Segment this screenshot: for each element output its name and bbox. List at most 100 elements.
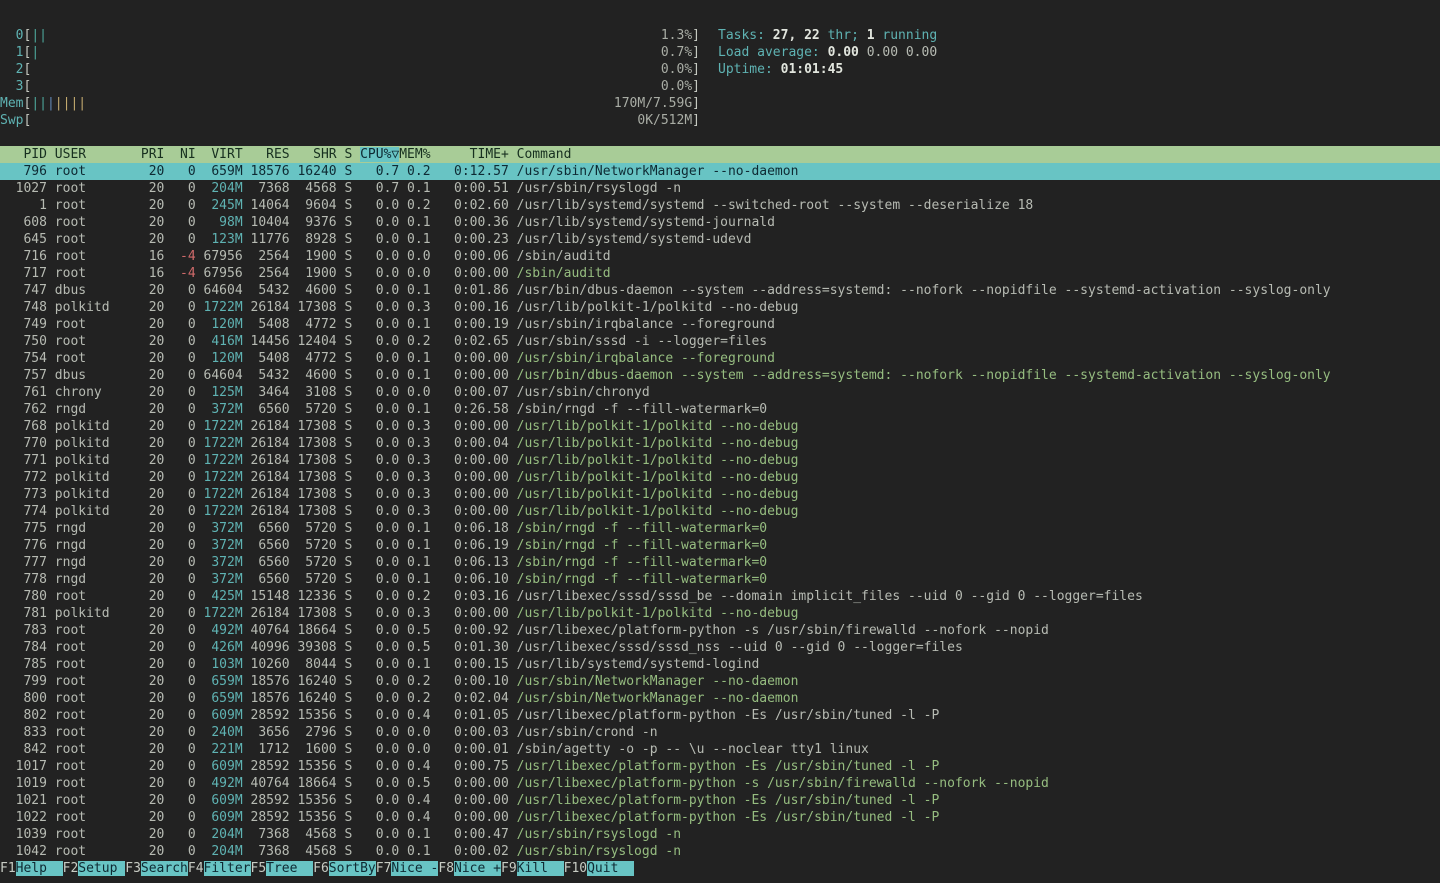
column-header-command[interactable]: Command xyxy=(517,147,572,162)
process-row-770[interactable]: 770 polkitd 20 0 1722M 26184 17308 S 0.0… xyxy=(0,435,1440,452)
column-header-shr[interactable]: SHR xyxy=(297,147,336,162)
cell-shr: 3108 xyxy=(297,385,336,400)
fkey-help[interactable]: F1Help xyxy=(0,861,63,876)
fkey-kill[interactable]: F9Kill xyxy=(501,861,564,876)
cell-command: /sbin/rngd -f --fill-watermark=0 xyxy=(517,521,767,536)
process-row-762[interactable]: 762 rngd 20 0 372M 6560 5720 S 0.0 0.1 0… xyxy=(0,401,1440,418)
process-row-747[interactable]: 747 dbus 20 0 64604 5432 4600 S 0.0 0.1 … xyxy=(0,282,1440,299)
column-header-virt[interactable]: VIRT xyxy=(204,147,243,162)
column-header-cpu-sorted[interactable]: CPU%▽ xyxy=(360,147,399,162)
process-row-833[interactable]: 833 root 20 0 240M 3656 2796 S 0.0 0.0 0… xyxy=(0,724,1440,741)
process-row-800[interactable]: 800 root 20 0 659M 18576 16240 S 0.0 0.2… xyxy=(0,690,1440,707)
process-row-717[interactable]: 717 root 16 -4 67956 2564 1900 S 0.0 0.0… xyxy=(0,265,1440,282)
process-row-1022[interactable]: 1022 root 20 0 609M 28592 15356 S 0.0 0.… xyxy=(0,809,1440,826)
process-row-716[interactable]: 716 root 16 -4 67956 2564 1900 S 0.0 0.0… xyxy=(0,248,1440,265)
process-row-1042[interactable]: 1042 root 20 0 204M 7368 4568 S 0.0 0.1 … xyxy=(0,843,1440,860)
meter-bar: | xyxy=(55,96,63,111)
cell-shr: 15356 xyxy=(297,810,336,825)
process-row-784[interactable]: 784 root 20 0 426M 40996 39308 S 0.0 0.5… xyxy=(0,639,1440,656)
process-row-781[interactable]: 781 polkitd 20 0 1722M 26184 17308 S 0.0… xyxy=(0,605,1440,622)
cell-cpu: 0.0 xyxy=(360,249,399,264)
process-row-842[interactable]: 842 root 20 0 221M 1712 1600 S 0.0 0.0 0… xyxy=(0,741,1440,758)
process-row-796[interactable]: 796 root 20 0 659M 18576 16240 S 0.7 0.2… xyxy=(0,163,1440,180)
cell-pri: 20 xyxy=(133,827,164,842)
column-header-res[interactable]: RES xyxy=(251,147,290,162)
column-header-pri[interactable]: PRI xyxy=(133,147,164,162)
process-row-1027[interactable]: 1027 root 20 0 204M 7368 4568 S 0.7 0.1 … xyxy=(0,180,1440,197)
cell-pri: 20 xyxy=(133,351,164,366)
process-row-771[interactable]: 771 polkitd 20 0 1722M 26184 17308 S 0.0… xyxy=(0,452,1440,469)
cell-shr: 5720 xyxy=(297,521,336,536)
process-row-802[interactable]: 802 root 20 0 609M 28592 15356 S 0.0 0.4… xyxy=(0,707,1440,724)
cell-user: polkitd xyxy=(55,436,133,451)
cell-cpu: 0.0 xyxy=(360,266,399,281)
memory-meter-label: Mem xyxy=(0,95,23,112)
process-row-754[interactable]: 754 root 20 0 120M 5408 4772 S 0.0 0.1 0… xyxy=(0,350,1440,367)
cell-res: 3464 xyxy=(251,385,290,400)
fkey-sortby[interactable]: F6SortBy xyxy=(313,861,376,876)
cell-cpu: 0.7 xyxy=(360,181,399,196)
cell-pri: 20 xyxy=(133,640,164,655)
column-header-ni[interactable]: NI xyxy=(172,147,195,162)
fkey-filter[interactable]: F4Filter xyxy=(188,861,251,876)
process-row-783[interactable]: 783 root 20 0 492M 40764 18664 S 0.0 0.5… xyxy=(0,622,1440,639)
cell-res: 26184 xyxy=(251,436,290,451)
cell-virt: 659M xyxy=(204,674,243,689)
cell-user: root xyxy=(55,674,133,689)
fkey-setup[interactable]: F2Setup xyxy=(63,861,126,876)
column-header-time[interactable]: TIME+ xyxy=(438,147,508,162)
process-row-1039[interactable]: 1039 root 20 0 204M 7368 4568 S 0.0 0.1 … xyxy=(0,826,1440,843)
cell-res: 40996 xyxy=(251,640,290,655)
cell-time: 0:06.18 xyxy=(438,521,508,536)
process-row-608[interactable]: 608 root 20 0 98M 10404 9376 S 0.0 0.1 0… xyxy=(0,214,1440,231)
column-header-pid[interactable]: PID xyxy=(0,147,47,162)
process-row-749[interactable]: 749 root 20 0 120M 5408 4772 S 0.0 0.1 0… xyxy=(0,316,1440,333)
fkey-search[interactable]: F3Search xyxy=(125,861,188,876)
process-row-772[interactable]: 772 polkitd 20 0 1722M 26184 17308 S 0.0… xyxy=(0,469,1440,486)
process-row-750[interactable]: 750 root 20 0 416M 14456 12404 S 0.0 0.2… xyxy=(0,333,1440,350)
process-row-768[interactable]: 768 polkitd 20 0 1722M 26184 17308 S 0.0… xyxy=(0,418,1440,435)
process-row-780[interactable]: 780 root 20 0 425M 15148 12336 S 0.0 0.2… xyxy=(0,588,1440,605)
cell-user: root xyxy=(55,742,133,757)
process-row-1019[interactable]: 1019 root 20 0 492M 40764 18664 S 0.0 0.… xyxy=(0,775,1440,792)
cell-virt: 416M xyxy=(204,334,243,349)
process-row-778[interactable]: 778 rngd 20 0 372M 6560 5720 S 0.0 0.1 0… xyxy=(0,571,1440,588)
process-row-799[interactable]: 799 root 20 0 659M 18576 16240 S 0.0 0.2… xyxy=(0,673,1440,690)
cell-cpu: 0.0 xyxy=(360,436,399,451)
process-row-777[interactable]: 777 rngd 20 0 372M 6560 5720 S 0.0 0.1 0… xyxy=(0,554,1440,571)
process-row-1[interactable]: 1 root 20 0 245M 14064 9604 S 0.0 0.2 0:… xyxy=(0,197,1440,214)
cell-user: root xyxy=(55,844,133,859)
cell-command: /usr/libexec/platform-python -s /usr/sbi… xyxy=(517,776,1049,791)
meter-close-bracket: ] xyxy=(692,27,700,44)
process-row-775[interactable]: 775 rngd 20 0 372M 6560 5720 S 0.0 0.1 0… xyxy=(0,520,1440,537)
meter-bar: | xyxy=(39,96,47,111)
cell-command: /usr/lib/polkit-1/polkitd --no-debug xyxy=(517,436,799,451)
process-row-1021[interactable]: 1021 root 20 0 609M 28592 15356 S 0.0 0.… xyxy=(0,792,1440,809)
process-row-785[interactable]: 785 root 20 0 103M 10260 8044 S 0.0 0.1 … xyxy=(0,656,1440,673)
process-row-748[interactable]: 748 polkitd 20 0 1722M 26184 17308 S 0.0… xyxy=(0,299,1440,316)
fkey-nice-[interactable]: F7Nice - xyxy=(376,861,439,876)
cell-time: 0:02.04 xyxy=(438,691,508,706)
cell-user: root xyxy=(55,232,133,247)
process-row-773[interactable]: 773 polkitd 20 0 1722M 26184 17308 S 0.0… xyxy=(0,486,1440,503)
cell-virt: 609M xyxy=(204,793,243,808)
process-row-1017[interactable]: 1017 root 20 0 609M 28592 15356 S 0.0 0.… xyxy=(0,758,1440,775)
cell-pid: 1039 xyxy=(0,827,47,842)
cell-pid: 717 xyxy=(0,266,47,281)
column-header-mem[interactable]: MEM% xyxy=(399,147,430,162)
process-row-774[interactable]: 774 polkitd 20 0 1722M 26184 17308 S 0.0… xyxy=(0,503,1440,520)
column-header-user[interactable]: USER xyxy=(55,147,133,162)
cell-virt: 425M xyxy=(204,589,243,604)
load-average: Load average: 0.00 0.00 0.00 xyxy=(718,44,937,61)
meter-bar: | xyxy=(47,96,55,111)
cell-shr: 8928 xyxy=(297,232,336,247)
cell-time: 0:00.00 xyxy=(438,368,508,383)
fkey-tree[interactable]: F5Tree xyxy=(251,861,314,876)
process-row-761[interactable]: 761 chrony 20 0 125M 3464 3108 S 0.0 0.0… xyxy=(0,384,1440,401)
fkey-quit[interactable]: F10Quit xyxy=(564,861,634,876)
fkey-nice-[interactable]: F8Nice + xyxy=(438,861,501,876)
process-row-776[interactable]: 776 rngd 20 0 372M 6560 5720 S 0.0 0.1 0… xyxy=(0,537,1440,554)
process-row-757[interactable]: 757 dbus 20 0 64604 5432 4600 S 0.0 0.1 … xyxy=(0,367,1440,384)
process-row-645[interactable]: 645 root 20 0 123M 11776 8928 S 0.0 0.1 … xyxy=(0,231,1440,248)
cell-shr: 16240 xyxy=(297,674,336,689)
